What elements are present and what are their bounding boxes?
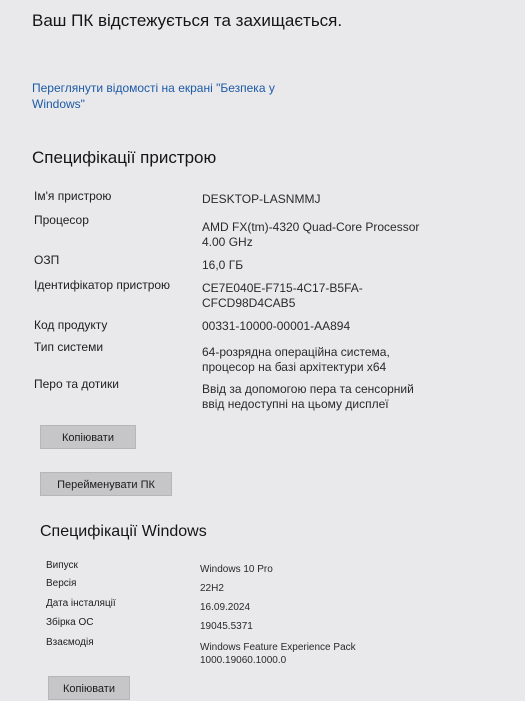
windows-security-link[interactable]: Переглянути відомості на екрані "Безпека… bbox=[32, 80, 322, 112]
spec-label: Тип системи bbox=[34, 340, 104, 354]
device-specs-title: Специфікації пристрою bbox=[32, 148, 217, 167]
spec-value: Windows 10 Pro bbox=[200, 564, 273, 575]
spec-label: Ім'я пристрою bbox=[34, 189, 112, 203]
spec-label: Версія bbox=[46, 578, 77, 589]
spec-value: 16.09.2024 bbox=[200, 602, 251, 613]
spec-label: Ідентифікатор пристрою bbox=[34, 278, 171, 292]
spec-label: Процесор bbox=[34, 213, 89, 227]
spec-value: 16,0 ГБ bbox=[202, 258, 244, 272]
spec-value: AMD FX(tm)-4320 Quad-Core Processor 4.00… bbox=[202, 220, 420, 249]
copy-windows-specs-button[interactable]: Копіювати bbox=[48, 676, 130, 700]
spec-value: 19045.5371 bbox=[200, 621, 253, 632]
spec-value: CE7E040E-F715-4C17-B5FA-CFCD98D4CAB5 bbox=[202, 281, 363, 310]
spec-label: Код продукту bbox=[34, 318, 108, 332]
rename-pc-button[interactable]: Перейменувати ПК bbox=[40, 472, 172, 496]
spec-label: Дата інсталяції bbox=[46, 598, 116, 609]
windows-specs-title: Специфікації Windows bbox=[40, 523, 207, 540]
spec-label: Збірка ОС bbox=[46, 617, 94, 628]
security-status-text: Ваш ПК відстежується та захищається. bbox=[32, 11, 343, 30]
copy-device-specs-button[interactable]: Копіювати bbox=[40, 425, 136, 449]
spec-value: DESKTOP-LASNMMJ bbox=[202, 192, 321, 206]
spec-label: ОЗП bbox=[34, 253, 60, 267]
spec-label: Взаємодія bbox=[46, 637, 94, 648]
spec-value: Ввід за допомогою пера та сенсорний ввід… bbox=[202, 382, 414, 411]
spec-value: 64-розрядна операційна система, процесор… bbox=[202, 345, 390, 374]
spec-value: 22H2 bbox=[200, 583, 224, 594]
spec-label: Перо та дотики bbox=[34, 377, 119, 391]
spec-value: Windows Feature Experience Pack 1000.190… bbox=[200, 642, 356, 666]
spec-label: Випуск bbox=[46, 560, 78, 571]
spec-value: 00331-10000-00001-AA894 bbox=[202, 319, 351, 333]
